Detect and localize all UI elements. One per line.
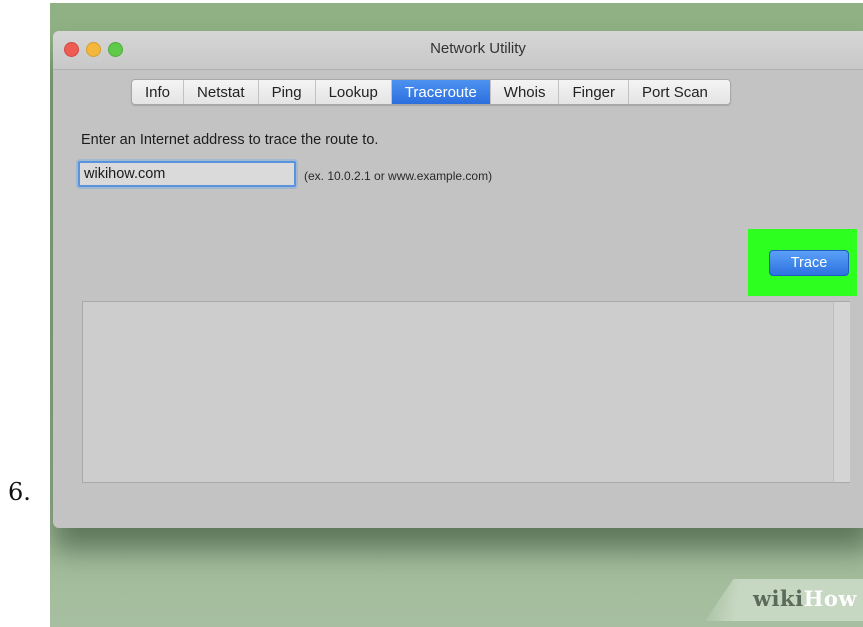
watermark-how: How [803,586,857,611]
address-input[interactable] [78,161,296,187]
wikihow-watermark: wikiHow [705,579,863,621]
wikihow-logo: wikiHow [753,586,857,611]
tab-port-scan[interactable]: Port Scan [629,80,730,104]
tab-traceroute[interactable]: Traceroute [391,80,491,104]
watermark-wiki: wiki [752,586,804,611]
tab-info[interactable]: Info [132,80,185,104]
step-number: 6. [8,478,31,506]
tab-finger[interactable]: Finger [559,80,630,104]
address-prompt-label: Enter an Internet address to trace the r… [81,132,379,148]
trace-output-area[interactable] [82,301,850,483]
title-bar[interactable]: Network Utility [53,31,863,70]
window-title: Network Utility [430,40,526,57]
tab-netstat[interactable]: Netstat [184,80,259,104]
tab-lookup[interactable]: Lookup [316,80,392,104]
tab-ping[interactable]: Ping [259,80,316,104]
network-utility-window: Network Utility Info Netstat Ping Lookup… [53,31,863,528]
screenshot-illustration: Network Utility Info Netstat Ping Lookup… [50,3,863,627]
trace-button[interactable]: Trace [769,250,849,276]
output-scrollbar[interactable] [833,302,850,482]
tab-bar: Info Netstat Ping Lookup Traceroute Whoi… [131,79,731,105]
address-example-hint: (ex. 10.0.2.1 or www.example.com) [304,169,493,183]
tab-whois[interactable]: Whois [491,80,560,104]
